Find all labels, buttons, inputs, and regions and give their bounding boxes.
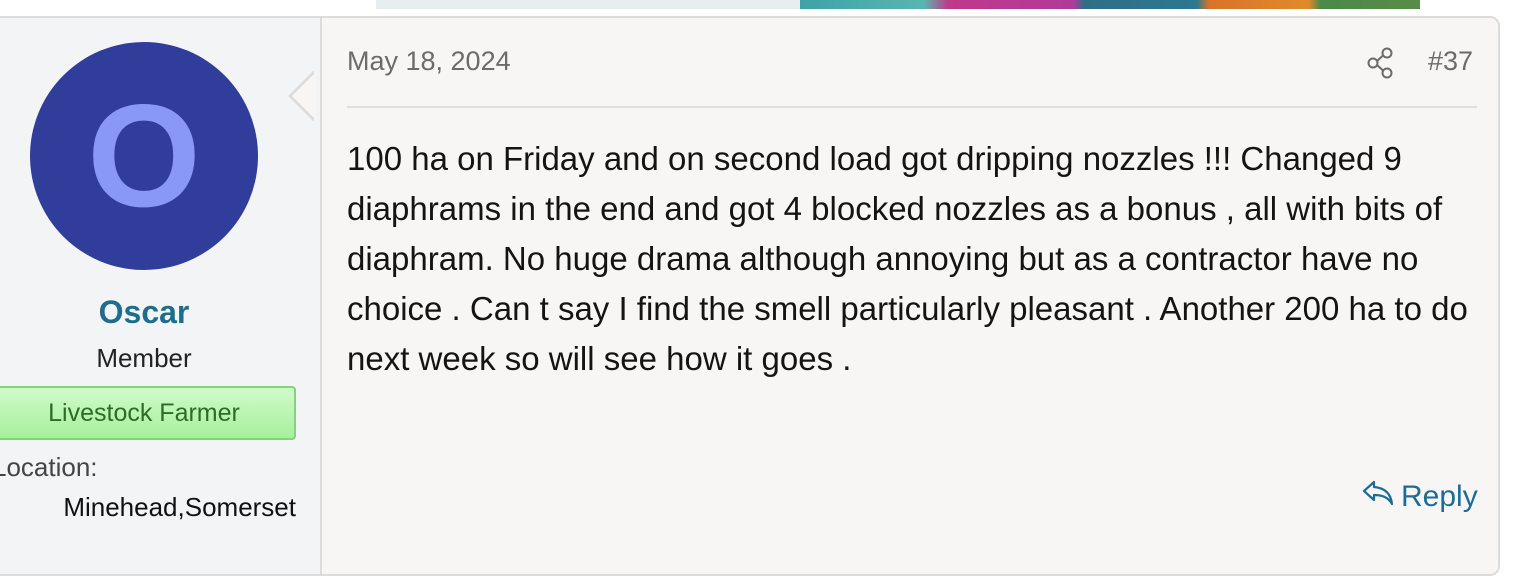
banner-image-strip: [800, 0, 1420, 9]
reply-button[interactable]: Reply: [1361, 478, 1478, 516]
username-link[interactable]: Oscar: [0, 294, 296, 331]
share-icon[interactable]: [1365, 46, 1395, 80]
post-pointer-arrow-fill: [292, 72, 316, 120]
header-divider: [347, 106, 1477, 108]
location-value: Minehead,Somerset: [63, 492, 296, 522]
reply-icon: [1361, 478, 1395, 516]
post-number-link[interactable]: #37: [1428, 46, 1473, 77]
user-info-column: O Oscar Member Livestock Farmer Location…: [0, 18, 322, 574]
reply-label: Reply: [1401, 480, 1478, 513]
forum-post: O Oscar Member Livestock Farmer Location…: [0, 16, 1500, 576]
user-title: Member: [96, 343, 192, 373]
post-message: 100 ha on Friday and on second load got …: [347, 140, 1468, 377]
avatar[interactable]: O: [30, 42, 258, 270]
avatar-letter: O: [87, 74, 201, 237]
user-banner: Livestock Farmer: [0, 386, 296, 440]
top-banner-image: [376, 0, 1420, 9]
location-label: Location:: [0, 452, 98, 482]
post-date[interactable]: May 18, 2024: [347, 46, 511, 77]
